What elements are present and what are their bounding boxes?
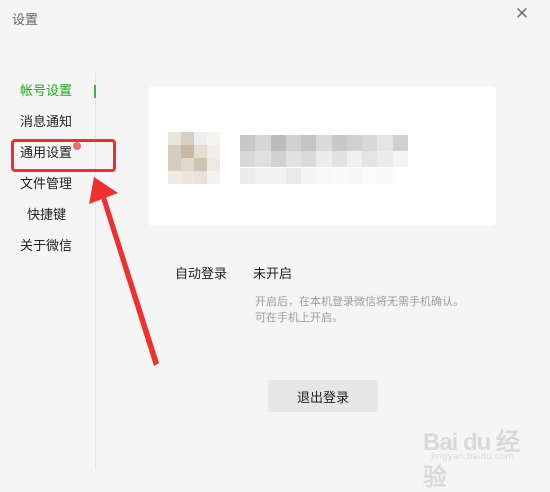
auto-login-hint-line-2: 可在手机上开启。 — [255, 311, 343, 324]
sidebar-item-shortcuts[interactable]: 快捷键 — [27, 207, 66, 225]
sidebar-item-account-settings[interactable]: 帐号设置 — [20, 83, 72, 101]
auto-login-hint-line-1: 开启后，在本机登录微信将无需手机确认。 — [255, 295, 464, 308]
sidebar-divider — [95, 72, 96, 470]
sidebar-item-notifications[interactable]: 消息通知 — [20, 114, 72, 132]
settings-window: 设置 ✕ 帐号设置 消息通知 通用设置 文件管理 快捷键 关于微信 自动登录 未… — [0, 0, 550, 491]
avatar — [168, 132, 220, 184]
auto-login-status: 未开启 — [253, 267, 293, 282]
watermark: Bai du 经验 jingyan.baidu.com — [423, 422, 540, 491]
window-title: 设置 — [12, 13, 39, 28]
blurred-account-name — [240, 135, 408, 184]
active-indicator — [94, 85, 96, 98]
logout-button[interactable]: 退出登录 — [268, 380, 378, 412]
sidebar-item-file-management[interactable]: 文件管理 — [20, 176, 72, 194]
close-icon[interactable]: ✕ — [512, 4, 532, 24]
annotation-highlight-box — [11, 139, 116, 172]
auto-login-label: 自动登录 — [175, 267, 228, 282]
watermark-url: jingyan.baidu.com — [431, 452, 515, 462]
sidebar-item-about-wechat[interactable]: 关于微信 — [20, 238, 72, 256]
